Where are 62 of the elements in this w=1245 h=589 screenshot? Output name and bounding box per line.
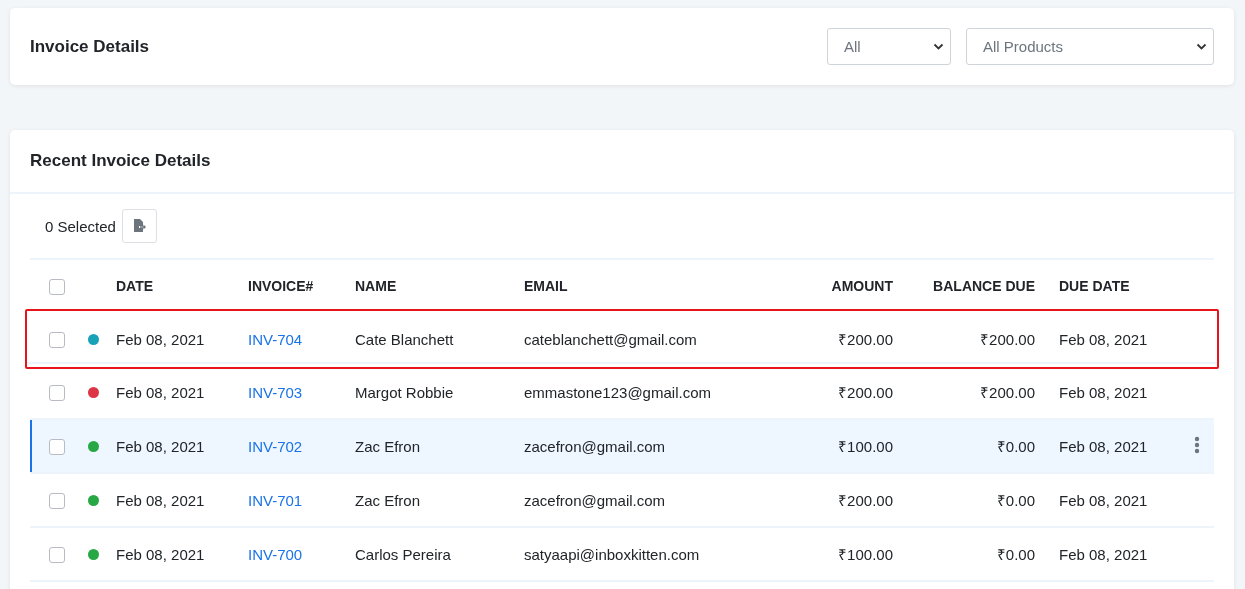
table-cell-text: ₹0.00 xyxy=(995,545,1035,564)
table-cell-text: Feb 08, 2021 xyxy=(116,491,206,509)
export-button[interactable] xyxy=(121,209,157,243)
table-cell-text: ₹200.00 xyxy=(837,491,893,510)
table-cell-text: cateblanchett@gmail.com xyxy=(524,330,698,348)
hovered-row[interactable]: Feb 08, 2021 INV-702 Zac Efron zacefron@gmail.com ₹100.00 ₹0.00 Feb 08, 2021 xyxy=(30,420,1214,474)
invoice-link[interactable]: INV-704 xyxy=(248,330,355,348)
selected-count: 0 Selected xyxy=(45,217,116,235)
column-header: NAME xyxy=(355,278,398,294)
table-cell-text: Feb 08, 2021 xyxy=(116,383,206,401)
table-cell-text: Feb 08, 2021 xyxy=(116,330,206,348)
more-options-icon[interactable] xyxy=(1194,435,1200,454)
checkbox[interactable] xyxy=(49,332,65,348)
table-cell-text: Zac Efron xyxy=(355,437,422,455)
table-cell-text: Feb 08, 2021 xyxy=(1058,491,1149,509)
table-cell-text: ₹200.00 xyxy=(837,330,893,349)
card-title: Invoice Details xyxy=(30,36,151,57)
file-export-icon xyxy=(132,219,146,233)
table-cell-text: ₹0.00 xyxy=(995,491,1035,510)
column-header: BALANCE DUE xyxy=(932,278,1035,294)
column-header: DUE DATE xyxy=(1058,278,1131,294)
table-row[interactable]: Feb 08, 2021 INV-701 Zac Efron zacefron@gmail.com ₹200.00 ₹0.00 Feb 08, 2021 xyxy=(30,474,1214,528)
table-cell-text: zacefron@gmail.com xyxy=(524,437,667,455)
table-cell-text: Feb 08, 2021 xyxy=(1058,437,1149,455)
column-header: AMOUNT xyxy=(830,278,893,294)
table-cell-text: Carlos Pereira xyxy=(355,545,452,563)
chevron-down-icon xyxy=(933,42,944,51)
invoice-link[interactable]: INV-702 xyxy=(248,437,355,455)
table-cell-text: ₹200.00 xyxy=(979,330,1035,349)
invoice-link[interactable]: INV-703 xyxy=(248,383,355,401)
table-cell-text: Margot Robbie xyxy=(355,383,455,401)
checkbox[interactable] xyxy=(49,493,65,509)
table-cell-text: ₹100.00 xyxy=(837,437,893,456)
checkbox[interactable] xyxy=(49,439,65,455)
table-cell-text: ₹200.00 xyxy=(979,383,1035,402)
table-cell-text: satyaapi@inboxkitten.com xyxy=(524,545,701,563)
table-cell-text: Feb 08, 2021 xyxy=(1058,545,1149,563)
table-cell-text: Zac Efron xyxy=(355,491,422,509)
chevron-down-icon xyxy=(1196,42,1207,51)
highlighted-row[interactable]: Feb 08, 2021 INV-704 Cate Blanchett cateblanchett@gmail.com ₹200.00 ₹200.00 Feb 08, 2021 xyxy=(25,309,1219,369)
table-row[interactable]: Feb 08, 2021 INV-700 Carlos Pereira satyaapi@inboxkitten.com ₹100.00 ₹0.00 Feb 08, 2021 xyxy=(30,528,1214,582)
invoice-link[interactable]: INV-700 xyxy=(248,545,355,563)
checkbox[interactable] xyxy=(49,547,65,563)
column-header: EMAIL xyxy=(524,278,569,294)
table-cell-text: ₹100.00 xyxy=(837,545,893,564)
invoice-link[interactable]: INV-701 xyxy=(248,491,355,509)
table-cell-text: ₹0.00 xyxy=(995,437,1035,456)
table-cell-text: emmastone123@gmail.com xyxy=(524,383,712,401)
filter-dropdown[interactable]: All Products xyxy=(966,28,1214,65)
table-cell-text: zacefron@gmail.com xyxy=(524,491,667,509)
table-cell-text: Feb 08, 2021 xyxy=(116,437,206,455)
checkbox[interactable] xyxy=(49,278,65,295)
filter-dropdown[interactable]: All xyxy=(827,28,951,65)
checkbox[interactable] xyxy=(49,385,65,401)
card-title: Recent Invoice Details xyxy=(30,151,211,171)
table-cell-text: Cate Blanchett xyxy=(355,330,455,348)
table-cell-text: Feb 08, 2021 xyxy=(1058,383,1149,401)
table-cell-text: Feb 08, 2021 xyxy=(116,545,206,563)
table-cell-text: ₹200.00 xyxy=(837,383,893,402)
column-header: INVOICE# xyxy=(248,278,315,294)
column-header: DATE xyxy=(116,278,155,294)
table-cell-text: Feb 08, 2021 xyxy=(1058,330,1149,348)
